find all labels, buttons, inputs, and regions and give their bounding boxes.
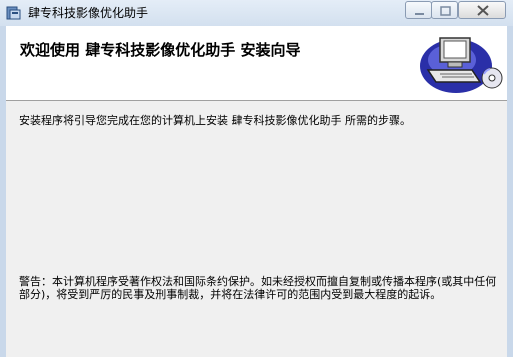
close-icon (477, 5, 489, 16)
maximize-button[interactable] (431, 1, 458, 19)
title-bar[interactable]: 肆专科技影像优化助手 (0, 0, 513, 27)
wizard-header: 欢迎使用 肆专科技影像优化助手 安装向导 (6, 26, 507, 101)
minimize-icon (415, 13, 424, 15)
intro-text: 安装程序将引导您完成在您的计算机上安装 肆专科技影像优化助手 所需的步骤。 (19, 114, 411, 127)
window-frame-right (507, 26, 513, 357)
page-title: 欢迎使用 肆专科技影像优化助手 安装向导 (20, 41, 301, 59)
wizard-content: 安装程序将引导您完成在您的计算机上安装 肆专科技影像优化助手 所需的步骤。 警告… (6, 101, 507, 357)
window-title: 肆专科技影像优化助手 (28, 6, 149, 20)
installer-app-icon (6, 5, 22, 21)
computer-cd-icon (418, 30, 504, 99)
maximize-icon (440, 6, 451, 16)
minimize-button[interactable] (405, 1, 432, 19)
close-button[interactable] (458, 1, 506, 19)
copyright-warning: 警告：本计算机程序受著作权法和国际条约保护。如未经授权而擅自复制或传播本程序(或… (19, 275, 497, 301)
